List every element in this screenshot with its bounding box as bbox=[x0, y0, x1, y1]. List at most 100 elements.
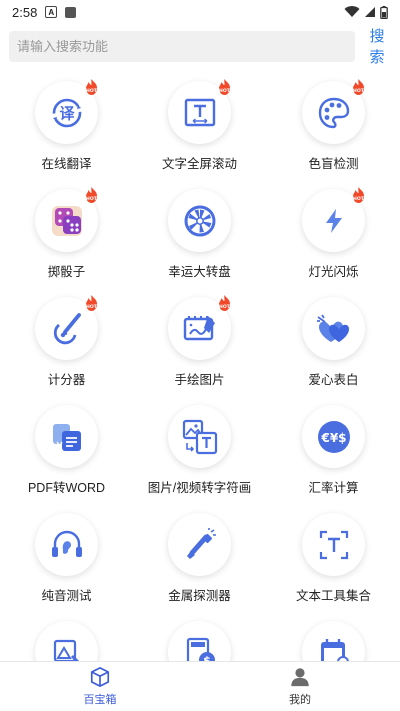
status-time: 2:58 bbox=[12, 4, 38, 20]
tool-icon-button[interactable] bbox=[168, 405, 231, 468]
tool-label: 幸运大转盘 bbox=[168, 265, 231, 279]
tool-grid: 译 HOT 在线翻译 HOT 文字全屏滚动 HOT 色盲检测 HOT 掷骰子 幸… bbox=[0, 76, 400, 661]
tool-label: 掷骰子 bbox=[47, 265, 86, 279]
svg-text:HOT: HOT bbox=[86, 88, 98, 94]
hot-badge-icon: HOT bbox=[219, 295, 231, 311]
tool-item-draw[interactable]: HOT 手绘图片 bbox=[133, 292, 266, 400]
user-icon bbox=[291, 668, 309, 687]
image-to-text-icon bbox=[181, 418, 219, 456]
nav-item-mine[interactable]: 我的 bbox=[200, 662, 400, 711]
tool-item-dice[interactable]: HOT 掷骰子 bbox=[0, 184, 133, 292]
tool-icon-button[interactable] bbox=[302, 513, 365, 576]
draw-icon bbox=[182, 311, 218, 347]
tool-icon-button[interactable]: HOT bbox=[302, 79, 365, 144]
tool-item-score[interactable]: HOT 计分器 bbox=[0, 292, 133, 400]
tool-label: 手绘图片 bbox=[174, 373, 225, 387]
svg-text:HOT: HOT bbox=[86, 196, 98, 202]
flash-icon bbox=[319, 206, 349, 236]
tool-item-text-scroll[interactable]: HOT 文字全屏滚动 bbox=[133, 76, 266, 184]
svg-text:HOT: HOT bbox=[353, 196, 365, 202]
nav-label-mine: 我的 bbox=[289, 694, 311, 706]
hot-badge-icon: HOT bbox=[86, 79, 98, 95]
tool-label: 文本工具集合 bbox=[295, 589, 371, 603]
tool-icon-button[interactable] bbox=[302, 621, 365, 661]
svg-text:HOT: HOT bbox=[219, 88, 231, 94]
tool-label: 图片/视频转字符画 bbox=[147, 481, 252, 495]
tool-item-pdf-word[interactable]: PDF转WORD bbox=[0, 400, 133, 508]
tool-icon-button[interactable]: 译 HOT bbox=[35, 79, 98, 144]
tool-icon-button[interactable]: HOT bbox=[302, 187, 365, 252]
tool-item-calendar[interactable] bbox=[267, 616, 400, 661]
tool-item-palette[interactable]: HOT 色盲检测 bbox=[267, 76, 400, 184]
hot-badge-icon: HOT bbox=[86, 187, 98, 203]
search-button[interactable]: 搜索 bbox=[363, 25, 391, 67]
tool-item-calculator[interactable]: $ bbox=[133, 616, 266, 661]
translate-icon: 译 bbox=[50, 96, 84, 130]
tool-item-hearing[interactable]: 纯音测试 bbox=[0, 508, 133, 616]
svg-text:HOT: HOT bbox=[86, 304, 98, 310]
wheel-icon bbox=[182, 203, 218, 239]
pdf-word-icon bbox=[50, 420, 84, 454]
battery-icon bbox=[380, 5, 388, 19]
tool-item-wheel[interactable]: 幸运大转盘 bbox=[133, 184, 266, 292]
tool-label: 色盲检测 bbox=[308, 157, 359, 171]
tool-icon-button[interactable] bbox=[168, 189, 231, 252]
tool-item-photo-edit[interactable] bbox=[0, 616, 133, 661]
tool-icon-button[interactable]: $ bbox=[168, 621, 231, 661]
tool-icon-button[interactable]: €¥$ bbox=[302, 405, 365, 468]
tool-label: 金属探测器 bbox=[168, 589, 231, 603]
tool-label: 文字全屏滚动 bbox=[161, 157, 237, 171]
box-icon bbox=[90, 667, 110, 687]
calendar-icon bbox=[317, 636, 351, 661]
tool-item-image-to-text[interactable]: 图片/视频转字符画 bbox=[133, 400, 266, 508]
photo-edit-icon bbox=[50, 636, 84, 661]
search-input[interactable] bbox=[9, 30, 355, 62]
nav-label-treasure-box: 百宝箱 bbox=[83, 694, 117, 706]
tool-icon-button[interactable] bbox=[35, 621, 98, 661]
status-indicators bbox=[344, 5, 388, 19]
hot-badge-icon: HOT bbox=[219, 79, 231, 95]
hot-badge-icon: HOT bbox=[353, 187, 365, 203]
tool-label: PDF转WORD bbox=[27, 481, 106, 495]
tool-label: 爱心表白 bbox=[308, 373, 359, 387]
text-tool-icon bbox=[317, 528, 351, 562]
notification-a-icon: A bbox=[45, 6, 58, 18]
tool-icon-button[interactable]: HOT bbox=[35, 187, 98, 252]
tool-item-flash[interactable]: HOT 灯光闪烁 bbox=[267, 184, 400, 292]
tool-label: 纯音测试 bbox=[41, 589, 92, 603]
tool-icon-button[interactable] bbox=[168, 513, 231, 576]
tool-item-text-tool[interactable]: 文本工具集合 bbox=[267, 508, 400, 616]
metal-detector-icon bbox=[182, 527, 218, 563]
tool-item-heart[interactable]: 爱心表白 bbox=[267, 292, 400, 400]
search-bar: 搜索 bbox=[9, 28, 391, 66]
nav-item-treasure-box[interactable]: 百宝箱 bbox=[0, 662, 200, 711]
hot-badge-icon: HOT bbox=[353, 79, 365, 95]
tool-item-metal-detector[interactable]: 金属探测器 bbox=[133, 508, 266, 616]
hot-badge-icon: HOT bbox=[86, 295, 98, 311]
tool-label: 在线翻译 bbox=[41, 157, 92, 171]
notification-square-icon bbox=[65, 6, 77, 18]
tool-icon-button[interactable] bbox=[35, 513, 98, 576]
tool-icon-button[interactable] bbox=[302, 297, 365, 360]
tool-icon-button[interactable]: HOT bbox=[168, 79, 231, 144]
heart-icon bbox=[315, 312, 353, 346]
tool-label: 灯光闪烁 bbox=[308, 265, 359, 279]
hearing-icon bbox=[49, 527, 85, 563]
svg-text:HOT: HOT bbox=[353, 88, 365, 94]
status-bar: 2:58 A bbox=[0, 0, 400, 24]
svg-text:€¥$: €¥$ bbox=[320, 431, 346, 445]
tool-icon-button[interactable] bbox=[35, 405, 98, 468]
tool-item-exchange[interactable]: €¥$ 汇率计算 bbox=[267, 400, 400, 508]
tool-icon-button[interactable]: HOT bbox=[168, 295, 231, 360]
svg-text:HOT: HOT bbox=[219, 304, 231, 310]
bottom-nav: 百宝箱 我的 bbox=[0, 661, 400, 711]
exchange-icon: €¥$ bbox=[315, 418, 353, 456]
svg-text:$: $ bbox=[203, 654, 211, 662]
tool-item-translate[interactable]: 译 HOT 在线翻译 bbox=[0, 76, 133, 184]
score-icon bbox=[49, 311, 85, 347]
tool-label: 计分器 bbox=[47, 373, 86, 387]
tool-icon-button[interactable]: HOT bbox=[35, 295, 98, 360]
wifi-icon bbox=[344, 6, 360, 18]
tool-label: 汇率计算 bbox=[308, 481, 359, 495]
svg-text:译: 译 bbox=[59, 104, 75, 122]
